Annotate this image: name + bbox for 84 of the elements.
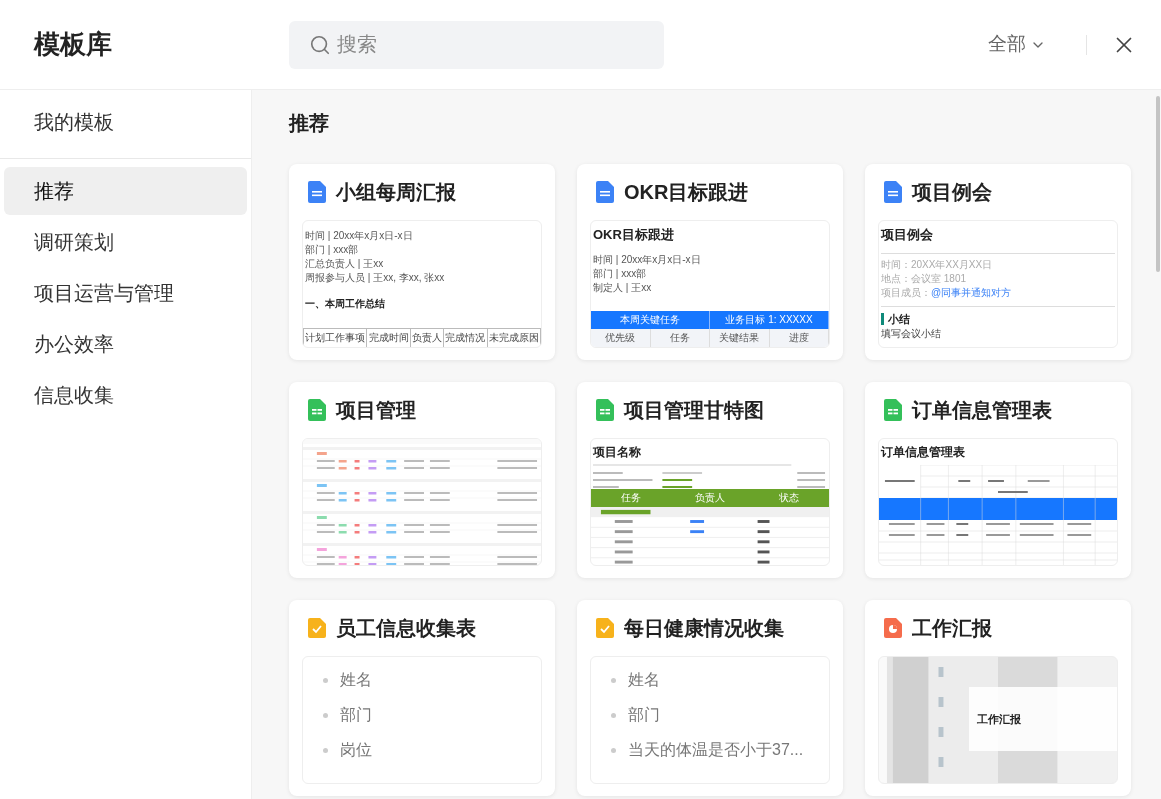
bullet-icon xyxy=(611,747,616,753)
template-title: 项目例会 xyxy=(912,180,992,205)
page-title: 模板库 xyxy=(32,28,113,61)
document-icon xyxy=(596,181,614,203)
preview-heading: 小结 xyxy=(888,311,910,327)
checklist-icon xyxy=(308,618,326,638)
spreadsheet-icon xyxy=(308,399,326,421)
document-icon xyxy=(884,181,902,203)
table-header-cell: 关键结果 xyxy=(710,329,770,347)
table-header-cell: 任务 xyxy=(650,329,710,347)
table-header-cell: 负责人 xyxy=(410,329,445,347)
section-title: 推荐 xyxy=(289,111,330,136)
table-header-cell: 进度 xyxy=(769,329,829,347)
form-field-label: 部门 xyxy=(628,705,660,725)
template-card[interactable]: 小组每周汇报 时间 | 20xx年x月x日-x日 部门 | xxx部 汇总负责人 | 王xx 周报参与人员 | 王xx, 李xx, 张xx 一、本周工作总结 计划工作事项 完成时间 负责人 完成情况 未完成原因 xyxy=(289,164,555,360)
bullet-icon xyxy=(611,712,616,718)
table-header-cell: 完成情况 xyxy=(444,329,488,347)
preview-title: 项目例会 xyxy=(881,226,934,244)
form-field-label: 岗位 xyxy=(340,740,372,760)
template-card[interactable]: 每日健康情况收集 姓名 部门 当天的体温是否小于37... xyxy=(577,600,843,796)
preview-text: 部门 | xxx部 xyxy=(304,243,360,257)
table-header-cell-text: 任务 xyxy=(619,491,642,505)
form-field-label: 姓名 xyxy=(628,670,660,690)
form-field-label: 部门 xyxy=(340,705,372,725)
sidebar-item[interactable]: 信息收集 xyxy=(4,371,247,419)
document-icon xyxy=(308,181,326,203)
form-field-label: 姓名 xyxy=(340,670,372,690)
search-field[interactable]: 搜索 xyxy=(289,20,664,69)
template-title: 订单信息管理表 xyxy=(912,398,1052,423)
search-icon xyxy=(309,33,331,56)
template-card[interactable]: 项目管理 xyxy=(289,382,555,578)
bullet-icon xyxy=(323,677,328,683)
template-title: 每日健康情况收集 xyxy=(624,616,784,641)
table-header-cell-text: 状态 xyxy=(778,491,801,505)
table-header-cell: 未完成原因 xyxy=(487,329,541,347)
preview-text: 部门 | xxx部 xyxy=(592,266,648,281)
bullet-icon xyxy=(323,747,328,753)
form-field-label: 当天的体温是否小于37... xyxy=(628,740,804,760)
template-card[interactable]: 项目管理甘特图 项目名称 任务 负责人 状态 xyxy=(577,382,843,578)
template-title: 员工信息收集表 xyxy=(336,616,476,641)
preview-title: 项目名称 xyxy=(592,444,642,461)
preview-title: 订单信息管理表 xyxy=(879,444,966,461)
template-title: OKR目标跟进 xyxy=(624,180,749,205)
section-marker xyxy=(881,312,884,325)
template-title: 小组每周汇报 xyxy=(336,180,456,205)
bullet-icon xyxy=(323,712,328,718)
filter-dropdown[interactable]: 全部 xyxy=(988,30,1046,59)
template-card[interactable]: 员工信息收集表 姓名 部门 岗位 xyxy=(289,600,555,796)
spreadsheet-icon xyxy=(884,399,902,421)
table-header-cell: 优先级 xyxy=(591,329,651,347)
mention-link[interactable]: @同事并通知对方 xyxy=(931,285,1012,300)
table-header-cell: 业务目标 1: XXXXX xyxy=(710,311,829,329)
template-card[interactable]: 订单信息管理表 订单信息管理表 xyxy=(865,382,1131,578)
sidebar-item[interactable]: 办公效率 xyxy=(4,320,247,368)
template-title: 工作汇报 xyxy=(912,616,992,641)
checklist-icon xyxy=(596,618,614,638)
preview-text: 周报参与人员 | 王xx, 李xx, 张xx xyxy=(304,271,446,285)
sidebar-item[interactable]: 推荐 xyxy=(4,167,247,215)
table-header-cell: 本周关键任务 xyxy=(591,311,710,329)
template-title: 项目管理甘特图 xyxy=(624,398,764,423)
preview-text: 时间 | 20xx年x月x日-x日 xyxy=(304,229,414,243)
sidebar-item[interactable]: 调研策划 xyxy=(4,218,247,266)
table-header-cell: 完成时间 xyxy=(367,329,411,347)
preview-text: 项目成员： xyxy=(881,285,931,300)
sidebar-item[interactable]: 我的模板 xyxy=(4,90,247,154)
sidebar-item[interactable]: 项目运营与管理 xyxy=(4,269,247,317)
preview-text: 时间 | 20xx年x月x日-x日 xyxy=(592,252,702,267)
preview-text: 地点：会议室 1801 xyxy=(881,271,968,286)
preview-text: 时间：20XX年XX月XX日 xyxy=(881,257,994,272)
template-title: 项目管理 xyxy=(336,398,416,423)
table-header-cell: 计划工作事项 xyxy=(304,329,368,347)
template-card[interactable]: 项目例会 项目例会 时间：20XX年XX月XX日 地点：会议室 1801 项目成员：@同事并通知对方 小结 填写会议小结 xyxy=(865,164,1131,360)
slides-icon xyxy=(884,618,902,638)
preview-text: 汇总负责人 | 王xx xyxy=(304,257,385,271)
bullet-icon xyxy=(611,677,616,683)
preview-title: OKR目标跟进 xyxy=(592,226,675,244)
preview-heading: 一、本周工作总结 xyxy=(304,297,386,311)
slide-title: 工作汇报 xyxy=(977,711,1022,727)
template-card[interactable]: OKR目标跟进 OKR目标跟进 时间 | 20xx年x月x日-x日 部门 | xxx部 制定人 | 王xx 本周关键任务 业务目标 1: XXXXX 优先级 任务 关键结果 进度 xyxy=(577,164,843,360)
preview-text: 制定人 | 王xx xyxy=(592,280,653,295)
preview-text: 填写会议小结 xyxy=(881,327,942,341)
spreadsheet-icon xyxy=(596,399,614,421)
template-card[interactable]: 工作汇报 工作汇报 xyxy=(865,600,1131,796)
table-header-cell-text: 负责人 xyxy=(694,491,726,505)
